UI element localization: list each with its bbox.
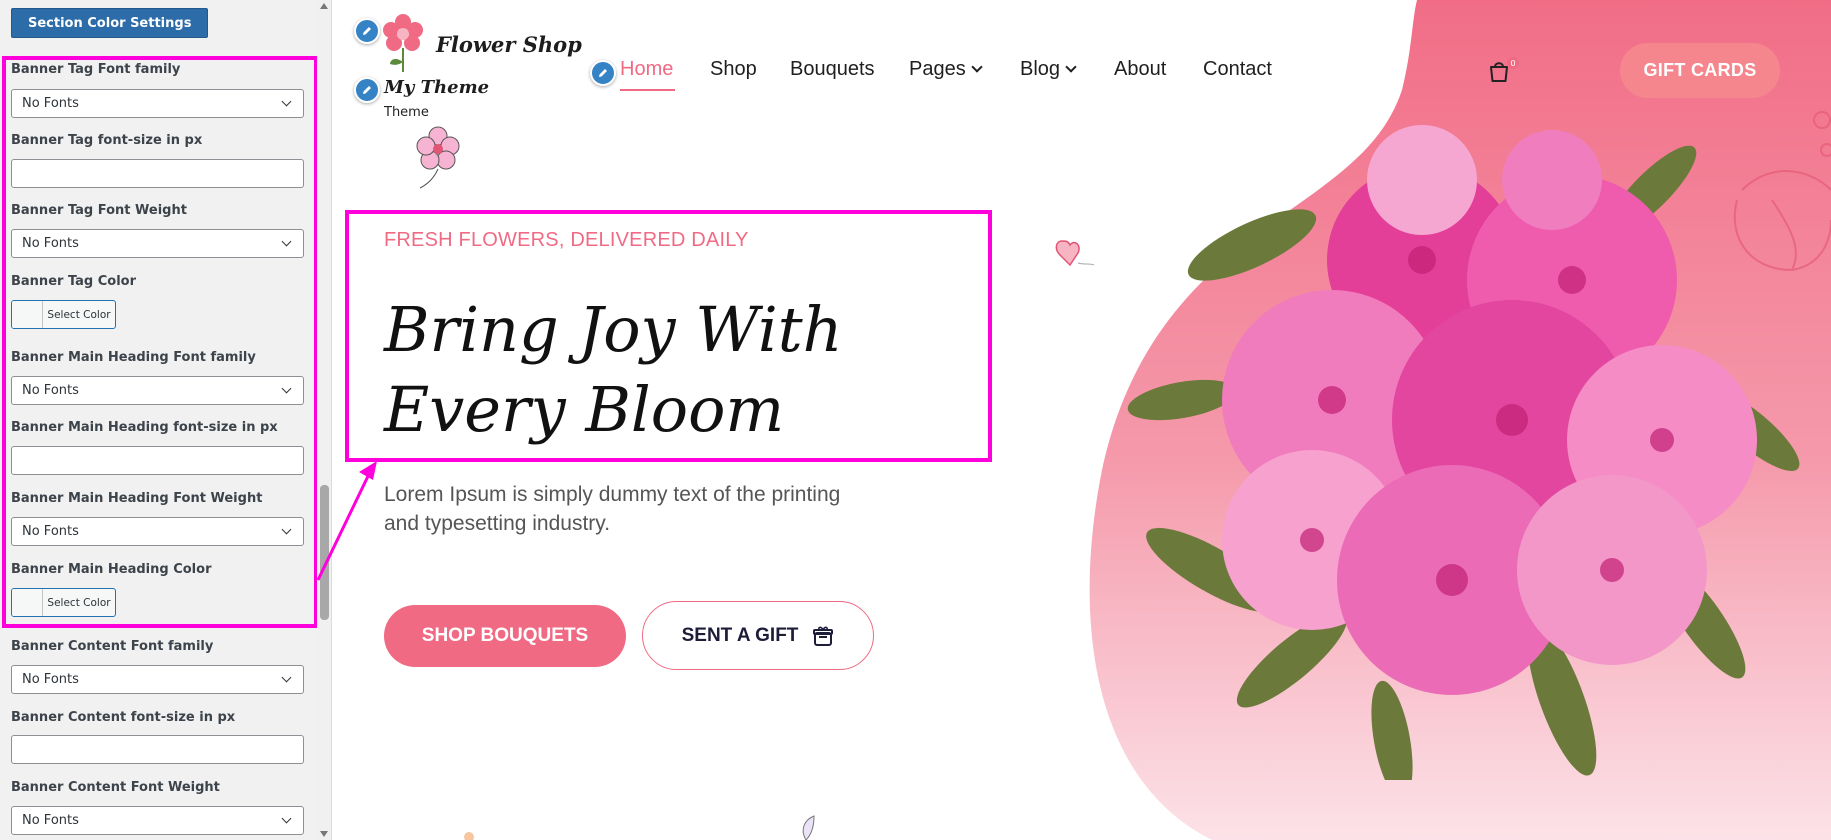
- banner-content-font-family-label: Banner Content Font family: [11, 639, 214, 654]
- nav-pages-label: Pages: [909, 58, 966, 80]
- nav-pages[interactable]: Pages: [909, 58, 983, 81]
- nav-blog-label: Blog: [1020, 58, 1061, 80]
- banner-tag-font-size-input[interactable]: [11, 159, 304, 188]
- shop-name[interactable]: Flower Shop: [436, 32, 582, 57]
- select-value: No Fonts: [22, 813, 79, 828]
- shop-bouquets-button[interactable]: SHOP BOUQUETS: [384, 605, 626, 667]
- nav-blog[interactable]: Blog: [1020, 58, 1077, 81]
- chevron-down-icon: [281, 524, 292, 535]
- banner-tag-font-weight-label: Banner Tag Font Weight: [11, 203, 187, 218]
- scrollbar-thumb[interactable]: [320, 485, 329, 620]
- select-color-label: Select Color: [47, 308, 111, 321]
- select-value: No Fonts: [22, 96, 79, 111]
- chevron-down-icon: [281, 813, 292, 824]
- select-value: No Fonts: [22, 236, 79, 251]
- nav-home[interactable]: Home: [620, 58, 673, 81]
- select-value: No Fonts: [22, 383, 79, 398]
- site-preview: Flower Shop My Theme Theme Home Shop Bou…: [332, 0, 1831, 840]
- color-swatch: [12, 589, 43, 616]
- banner-tag-font-family-select[interactable]: No Fonts: [11, 89, 304, 118]
- banner-main-heading-color-label: Banner Main Heading Color: [11, 562, 212, 577]
- theme-name[interactable]: My Theme: [384, 77, 489, 98]
- section-color-settings-button[interactable]: Section Color Settings: [11, 8, 209, 38]
- scroll-up-arrow-icon[interactable]: [320, 3, 328, 9]
- scroll-down-arrow-icon[interactable]: [320, 831, 328, 837]
- cart-count-badge: 0: [1507, 57, 1519, 69]
- pencil-icon[interactable]: [354, 77, 380, 103]
- banner-content-font-family-select[interactable]: No Fonts: [11, 665, 304, 694]
- sent-a-gift-button[interactable]: SENT A GIFT: [642, 601, 874, 670]
- chevron-down-icon: [281, 383, 292, 394]
- banner-main-heading-font-family-select[interactable]: No Fonts: [11, 376, 304, 405]
- select-color-label: Select Color: [47, 596, 111, 609]
- nav-contact[interactable]: Contact: [1203, 58, 1272, 81]
- nav-bouquets[interactable]: Bouquets: [790, 58, 875, 81]
- chevron-down-icon: [281, 96, 292, 107]
- banner-tag-font-weight-select[interactable]: No Fonts: [11, 229, 304, 258]
- heart-icon: [1055, 240, 1095, 267]
- pencil-icon[interactable]: [590, 60, 616, 86]
- banner-main-heading-font-size-label: Banner Main Heading font-size in px: [11, 420, 278, 435]
- select-value: No Fonts: [22, 524, 79, 539]
- banner-tag-color-label: Banner Tag Color: [11, 274, 137, 289]
- select-value: No Fonts: [22, 672, 79, 687]
- gift-box-icon: [813, 626, 834, 646]
- hero-heading: Bring Joy With Every Bloom: [384, 293, 843, 446]
- banner-main-heading-color-button[interactable]: Select Color: [11, 588, 116, 617]
- hero-flower-image: [1127, 125, 1800, 780]
- hero-description: Lorem Ipsum is simply dummy text of the …: [384, 483, 841, 535]
- banner-tag-font-family-label: Banner Tag Font family: [11, 62, 181, 77]
- chevron-down-icon: [281, 672, 292, 683]
- nav-shop[interactable]: Shop: [710, 58, 757, 81]
- nav-about[interactable]: About: [1114, 58, 1166, 81]
- sent-a-gift-label: SENT A GIFT: [681, 624, 799, 646]
- banner-main-heading-font-family-label: Banner Main Heading Font family: [11, 350, 256, 365]
- customizer-panel: Section Color Settings Banner Tag Font f…: [0, 0, 332, 840]
- decorative-dot-icon: [464, 832, 474, 840]
- chevron-down-icon: [971, 61, 983, 73]
- banner-tag-font-size-label: Banner Tag font-size in px: [11, 133, 203, 148]
- chevron-down-icon: [1065, 61, 1077, 73]
- banner-content-font-size-label: Banner Content font-size in px: [11, 710, 236, 725]
- pencil-icon[interactable]: [354, 18, 380, 44]
- banner-content-font-weight-select[interactable]: No Fonts: [11, 806, 304, 835]
- banner-main-heading-font-weight-label: Banner Main Heading Font Weight: [11, 491, 263, 506]
- banner-content-font-size-input[interactable]: [11, 735, 304, 764]
- flower-logo-icon: [383, 14, 423, 72]
- theme-subtitle: Theme: [384, 105, 429, 120]
- banner-main-heading-font-size-input[interactable]: [11, 446, 304, 475]
- decorative-leaf-icon: [802, 815, 815, 840]
- color-swatch: [12, 301, 43, 328]
- banner-tag-color-button[interactable]: Select Color: [11, 300, 116, 329]
- panel-scrollbar[interactable]: [317, 0, 331, 840]
- chevron-down-icon: [281, 236, 292, 247]
- banner-main-heading-font-weight-select[interactable]: No Fonts: [11, 517, 304, 546]
- nav-active-underline: [620, 89, 675, 91]
- decorative-flower-icon: [416, 126, 460, 189]
- hero-tag: FRESH FLOWERS, DELIVERED DAILY: [384, 229, 749, 251]
- banner-content-font-weight-label: Banner Content Font Weight: [11, 780, 220, 795]
- gift-cards-button[interactable]: GIFT CARDS: [1620, 43, 1780, 98]
